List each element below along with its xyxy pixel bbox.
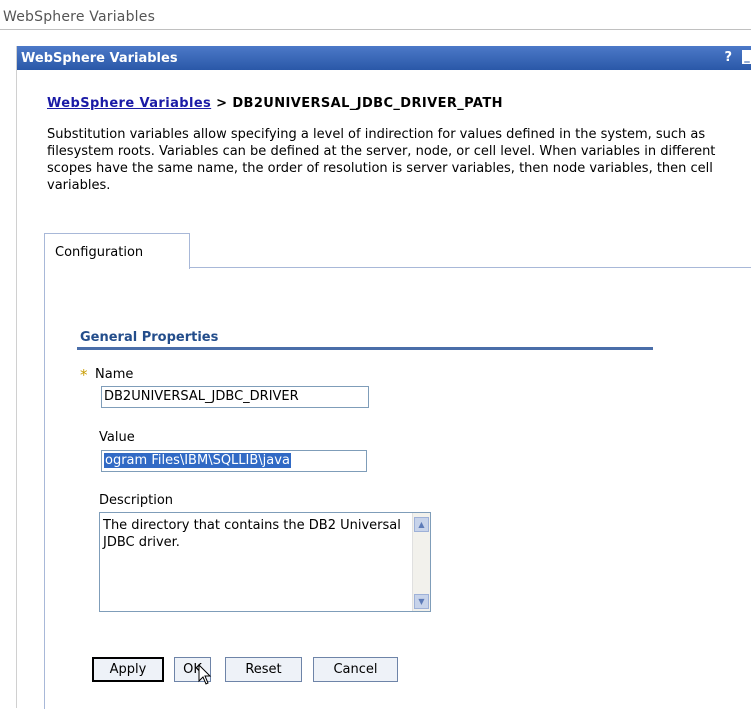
description-scrollbar[interactable]: ▲ ▼ bbox=[412, 513, 430, 611]
title-divider bbox=[0, 29, 751, 30]
portlet-title-bar: WebSphere Variables ? _ bbox=[17, 46, 751, 70]
section-divider bbox=[77, 347, 653, 350]
breadcrumb-link-websphere-variables[interactable]: WebSphere Variables bbox=[47, 96, 211, 111]
reset-button[interactable]: Reset bbox=[225, 657, 302, 682]
required-icon: * bbox=[80, 366, 88, 384]
description-label: Description bbox=[99, 493, 174, 508]
apply-button[interactable]: Apply bbox=[92, 657, 164, 682]
tab-configuration[interactable]: Configuration bbox=[44, 233, 190, 269]
value-field-text: ogram Files\IBM\SQLLIB\java bbox=[104, 453, 291, 468]
name-field[interactable]: DB2UNIVERSAL_JDBC_DRIVER bbox=[101, 386, 369, 408]
cancel-button[interactable]: Cancel bbox=[313, 657, 398, 682]
page-title: WebSphere Variables bbox=[3, 9, 156, 25]
breadcrumb-current: DB2UNIVERSAL_JDBC_DRIVER_PATH bbox=[232, 96, 503, 111]
name-label: Name bbox=[95, 367, 134, 382]
help-icon[interactable]: ? bbox=[724, 50, 732, 65]
breadcrumb-separator: > bbox=[211, 96, 233, 111]
mouse-cursor-icon bbox=[198, 664, 212, 685]
tab-configuration-label: Configuration bbox=[55, 245, 144, 260]
section-title: General Properties bbox=[80, 330, 219, 345]
value-label: Value bbox=[99, 430, 135, 445]
scroll-down-icon[interactable]: ▼ bbox=[414, 594, 429, 609]
portlet-title: WebSphere Variables bbox=[21, 51, 178, 66]
scroll-up-icon[interactable]: ▲ bbox=[414, 517, 429, 532]
value-field[interactable]: ogram Files\IBM\SQLLIB\java bbox=[101, 450, 367, 472]
description-textarea[interactable]: The directory that contains the DB2 Univ… bbox=[99, 512, 431, 612]
breadcrumb: WebSphere Variables > DB2UNIVERSAL_JDBC_… bbox=[47, 96, 503, 111]
description-text: The directory that contains the DB2 Univ… bbox=[103, 518, 401, 550]
minimize-icon[interactable]: _ bbox=[742, 50, 751, 64]
page-description: Substitution variables allow specifying … bbox=[47, 127, 716, 193]
